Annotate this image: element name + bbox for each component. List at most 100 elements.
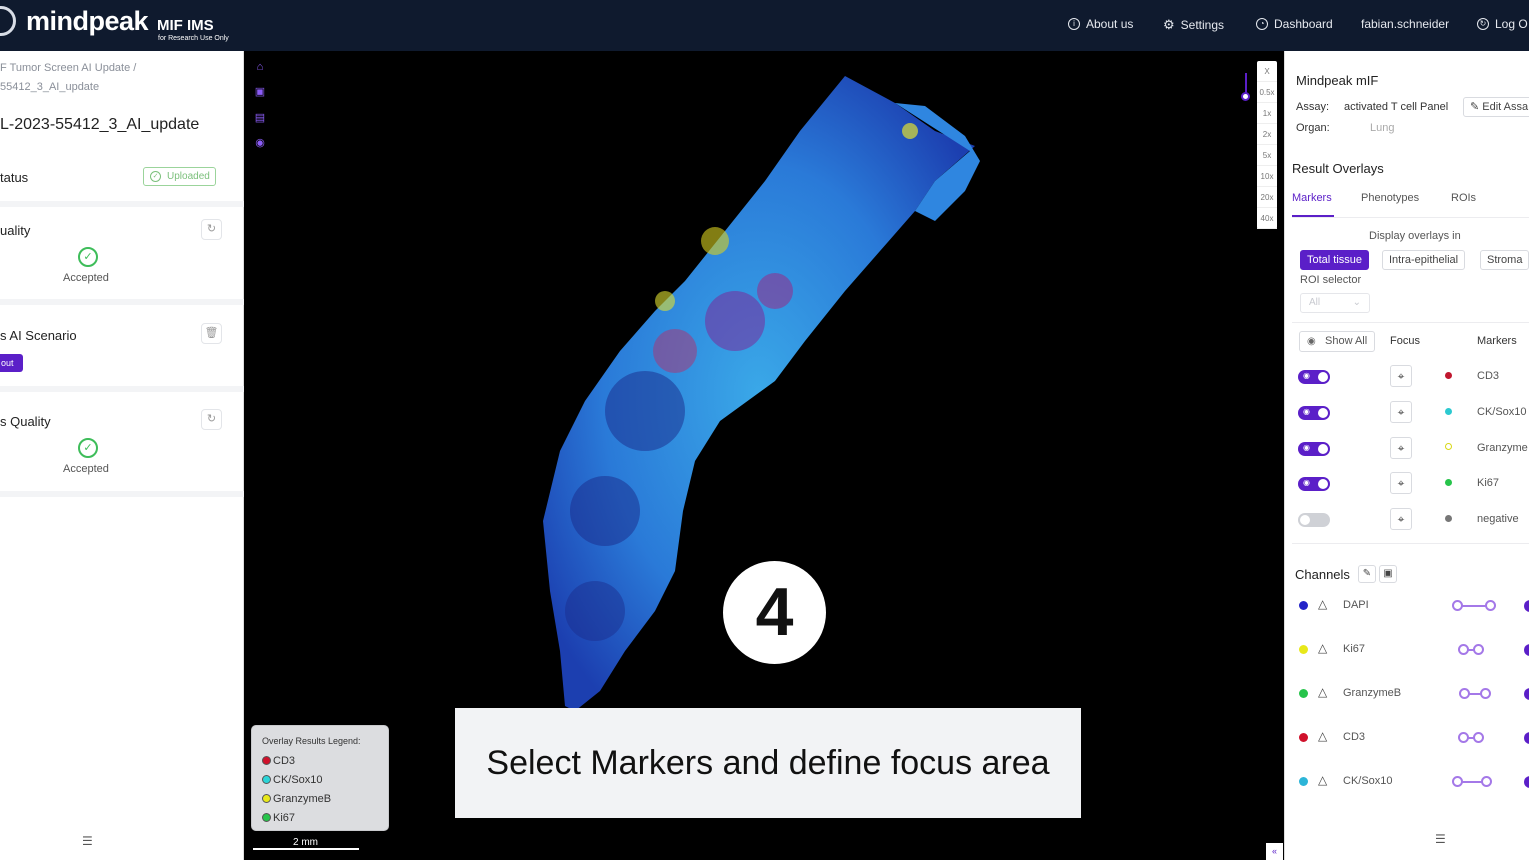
zoom-slider-handle[interactable] (1241, 92, 1250, 101)
chevron-down-icon: ⌄ (1352, 297, 1361, 308)
channel-toggle[interactable] (1524, 600, 1529, 612)
collapse-list-icon[interactable]: ☰ (1435, 832, 1446, 846)
markers-column-header: Markers (1477, 335, 1517, 347)
nav-about[interactable]: i About us (1068, 17, 1133, 31)
scenario-badge[interactable]: out (0, 354, 23, 372)
tab-rois[interactable]: ROIs (1451, 192, 1476, 204)
channel-name: GranzymeB (1343, 687, 1402, 699)
range-handle[interactable] (1459, 688, 1470, 699)
channel-range-cd3[interactable] (1458, 732, 1484, 743)
overlays-title: Result Overlays (1292, 161, 1384, 176)
status-badge: ✓ Uploaded (143, 167, 216, 186)
collapse-list-icon[interactable]: ☰ (82, 834, 93, 848)
channel-color-dot (1299, 777, 1308, 786)
brand-logo[interactable]: mindpeak (26, 6, 149, 37)
layers-icon[interactable]: ▣ (253, 85, 267, 99)
area-intra-epithelial[interactable]: Intra-epithelial (1382, 250, 1466, 270)
focus-granzyme-button[interactable]: ⌖ (1390, 437, 1412, 459)
location-icon[interactable]: ◉ (253, 136, 267, 150)
edit-channels-button[interactable]: ✎ (1358, 565, 1376, 583)
channels-title: Channels (1295, 567, 1350, 582)
range-handle[interactable] (1452, 600, 1463, 611)
show-all-button[interactable]: ◉ Show All (1299, 331, 1375, 352)
zoom-40x[interactable]: 40x (1257, 208, 1277, 229)
expand-panel-icon[interactable]: « (1266, 843, 1283, 860)
range-handle[interactable] (1458, 732, 1469, 743)
focus-ck-sox10-button[interactable]: ⌖ (1390, 401, 1412, 423)
zoom-10x[interactable]: 10x (1257, 166, 1277, 187)
range-handle[interactable] (1452, 776, 1463, 787)
nav-settings[interactable]: ⚙ Settings (1163, 17, 1224, 33)
marker-toggle-granzyme[interactable]: ◉ (1298, 442, 1330, 456)
scale-bar-label: 2 mm (293, 837, 318, 848)
marker-name: Granzyme (1477, 442, 1528, 454)
channel-toggle[interactable] (1524, 688, 1529, 700)
slide-viewer[interactable]: ⌂ ▣ ▤ ◉ X 0.5x 1x 2x 5x 10x 20x 40x 4 Se… (245, 51, 1283, 860)
marker-name: Ki67 (1477, 477, 1500, 489)
zoom-1x[interactable]: 1x (1257, 103, 1277, 124)
channel-toggle[interactable] (1524, 732, 1529, 744)
channel-range-dapi[interactable] (1452, 600, 1496, 611)
eye-icon: ◉ (1303, 443, 1310, 452)
results-panel: Mindpeak mIF Assay: activated T cell Pan… (1284, 51, 1529, 860)
edit-assay-button[interactable]: ✎ Edit Assa (1463, 97, 1529, 117)
area-stroma[interactable]: Stroma (1480, 250, 1529, 270)
divider (1292, 217, 1529, 218)
range-handle[interactable] (1473, 644, 1484, 655)
marker-toggle-cd3[interactable]: ◉ (1298, 370, 1330, 384)
eye-icon: ◉ (1303, 371, 1310, 380)
tutorial-caption: Select Markers and define focus area (455, 708, 1081, 818)
delete-scenario-button[interactable]: 🗑 (201, 323, 222, 344)
range-handle[interactable] (1481, 776, 1492, 787)
channel-toggle[interactable] (1524, 776, 1529, 788)
save-channels-button[interactable]: ▣ (1379, 565, 1397, 583)
home-icon[interactable]: ⌂ (253, 60, 267, 74)
logout-icon: ↻ (1477, 18, 1489, 30)
zoom-0-5x[interactable]: 0.5x (1257, 82, 1277, 103)
marker-toggle-negative[interactable] (1298, 513, 1330, 527)
area-total-tissue[interactable]: Total tissue (1300, 250, 1370, 270)
zoom-20x[interactable]: 20x (1257, 187, 1277, 208)
legend-item: CK/Sox10 (262, 770, 388, 789)
channel-toggle[interactable] (1524, 644, 1529, 656)
assay-value: activated T cell Panel (1344, 101, 1449, 113)
zoom-close[interactable]: X (1257, 61, 1277, 82)
range-handle[interactable] (1485, 600, 1496, 611)
bag-icon[interactable]: ▤ (253, 111, 267, 125)
status-label: tatus (0, 170, 29, 185)
channel-range-ki67[interactable] (1458, 644, 1484, 655)
marker-toggle-ki67[interactable]: ◉ (1298, 477, 1330, 491)
focus-negative-button[interactable]: ⌖ (1390, 508, 1412, 530)
zoom-5x[interactable]: 5x (1257, 145, 1277, 166)
channel-range-ck-sox10[interactable] (1452, 776, 1492, 787)
marker-toggle-ck-sox10[interactable]: ◉ (1298, 406, 1330, 420)
nav-logout-label: Log O (1495, 17, 1528, 31)
channel-range-granzymeb[interactable] (1459, 688, 1491, 699)
focus-ki67-button[interactable]: ⌖ (1390, 472, 1412, 494)
roi-select[interactable]: All ⌄ (1300, 293, 1370, 313)
tab-markers[interactable]: Markers (1292, 192, 1332, 204)
tab-phenotypes[interactable]: Phenotypes (1361, 192, 1419, 204)
legend-title: Overlay Results Legend: (262, 736, 361, 746)
breadcrumb-project[interactable]: F Tumor Screen AI Update / (0, 62, 136, 74)
range-handle[interactable] (1480, 688, 1491, 699)
s-quality-refresh-button[interactable]: ↻ (201, 409, 222, 430)
nav-dashboard[interactable]: ◔ Dashboard (1256, 17, 1333, 31)
focus-cd3-button[interactable]: ⌖ (1390, 365, 1412, 387)
channel-color-dot (1299, 601, 1308, 610)
nav-user[interactable]: fabian.schneider (1361, 17, 1449, 31)
range-handle[interactable] (1458, 644, 1469, 655)
range-handle[interactable] (1473, 732, 1484, 743)
gear-icon: ⚙ (1163, 17, 1175, 32)
zoom-2x[interactable]: 2x (1257, 124, 1277, 145)
quality-refresh-button[interactable]: ↻ (201, 219, 222, 240)
nav-about-label: About us (1086, 17, 1134, 31)
check-icon: ✓ (150, 171, 161, 182)
focus-column-header: Focus (1390, 335, 1420, 347)
legend-dot (262, 813, 271, 822)
divider (0, 201, 244, 207)
legend-dot (262, 794, 271, 803)
nav-logout[interactable]: ↻ Log O (1477, 17, 1528, 31)
breadcrumb-case: 55412_3_AI_update (0, 81, 100, 93)
divider (0, 491, 244, 497)
